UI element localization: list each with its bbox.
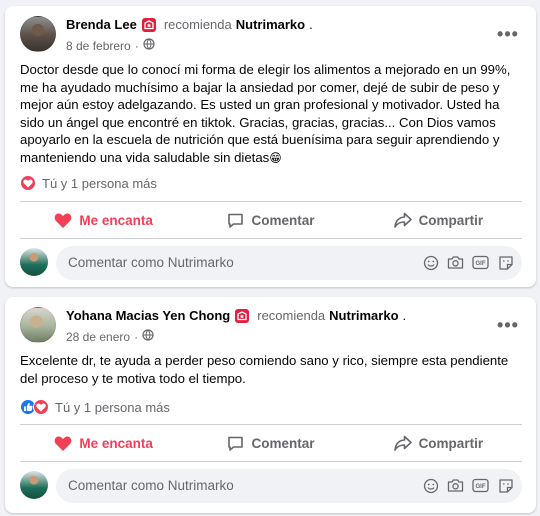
- post-header: Brenda Lee recomienda Nutrimarko. 8 de f…: [20, 16, 526, 56]
- comment-composer: Comentar como Nutrimarko GIF: [20, 469, 522, 503]
- heart-icon: [55, 213, 72, 228]
- post-date[interactable]: 8 de febrero: [66, 39, 131, 53]
- emoji-icon[interactable]: [422, 477, 439, 494]
- comment-label: Comentar: [251, 435, 315, 451]
- love-button[interactable]: Me encanta: [20, 203, 187, 237]
- comment-tools: GIF: [422, 254, 514, 271]
- recommend-verb: recomienda: [163, 17, 232, 32]
- reaction-summary[interactable]: Tú y 1 persona más: [20, 397, 170, 417]
- post-date[interactable]: 28 de enero: [66, 330, 130, 344]
- share-button[interactable]: Compartir: [355, 203, 522, 237]
- sticker-icon[interactable]: [497, 254, 514, 271]
- comment-label: Comentar: [251, 212, 315, 228]
- page-name-link[interactable]: Nutrimarko: [236, 17, 305, 32]
- reaction-icons: [20, 175, 36, 191]
- post-title-line: Yohana Macias Yen Chong recomienda Nutri…: [66, 308, 406, 323]
- gif-icon[interactable]: GIF: [472, 477, 489, 494]
- post-meta: 28 de enero ·: [66, 329, 154, 344]
- commenter-avatar[interactable]: [20, 248, 48, 276]
- comment-input[interactable]: Comentar como Nutrimarko GIF: [56, 246, 522, 280]
- comment-icon: [228, 213, 244, 228]
- camera-icon[interactable]: [447, 477, 464, 494]
- reaction-count[interactable]: Tú y 1 persona más: [42, 176, 157, 191]
- divider: [20, 461, 522, 462]
- comment-button[interactable]: Comentar: [187, 203, 354, 237]
- more-options-icon[interactable]: •••: [496, 313, 520, 337]
- globe-icon: [143, 38, 155, 53]
- reaction-count[interactable]: Tú y 1 persona más: [55, 400, 170, 415]
- recommend-icon: [141, 17, 156, 32]
- globe-icon: [142, 329, 154, 344]
- sticker-icon[interactable]: [497, 477, 514, 494]
- post-text: Doctor desde que lo conocí mi forma de e…: [20, 61, 522, 168]
- post-text-body: Doctor desde que lo conocí mi forma de e…: [20, 62, 511, 165]
- svg-text:GIF: GIF: [476, 261, 486, 267]
- author-name[interactable]: Yohana Macias Yen Chong: [66, 308, 230, 323]
- title-period: .: [402, 308, 407, 323]
- separator-dot: ·: [134, 38, 139, 53]
- post-title-line: Brenda Lee recomienda Nutrimarko.: [66, 17, 313, 32]
- camera-icon[interactable]: [447, 254, 464, 271]
- love-label: Me encanta: [79, 435, 153, 451]
- separator-dot: ·: [134, 329, 139, 344]
- action-bar: Me encanta Comentar Compartir: [20, 426, 522, 460]
- post-text: Excelente dr, te ayuda a perder peso com…: [20, 352, 522, 387]
- post-meta: 8 de febrero ·: [66, 38, 155, 53]
- action-bar: Me encanta Comentar Compartir: [20, 203, 522, 237]
- share-icon: [393, 435, 412, 451]
- share-icon: [393, 212, 412, 228]
- reaction-summary[interactable]: Tú y 1 persona más: [20, 173, 157, 193]
- love-button[interactable]: Me encanta: [20, 426, 187, 460]
- post-card: Yohana Macias Yen Chong recomienda Nutri…: [5, 297, 536, 513]
- share-label: Compartir: [418, 435, 484, 451]
- title-period: .: [309, 17, 313, 32]
- comment-placeholder: Comentar como Nutrimarko: [68, 478, 234, 493]
- comment-button[interactable]: Comentar: [187, 426, 354, 460]
- share-button[interactable]: Compartir: [355, 426, 522, 460]
- emoji-icon[interactable]: [422, 254, 439, 271]
- divider: [20, 424, 522, 425]
- comment-composer: Comentar como Nutrimarko GIF: [20, 246, 522, 280]
- svg-text:GIF: GIF: [476, 484, 486, 490]
- recommend-icon: [235, 308, 250, 323]
- more-options-icon[interactable]: •••: [496, 22, 520, 46]
- gif-icon[interactable]: GIF: [472, 254, 489, 271]
- share-label: Compartir: [418, 212, 484, 228]
- love-label: Me encanta: [79, 212, 153, 228]
- comment-tools: GIF: [422, 477, 514, 494]
- post-text-body: Excelente dr, te ayuda a perder peso com…: [20, 353, 509, 386]
- grin-emoji: 😁: [269, 150, 282, 165]
- heart-icon: [55, 436, 72, 451]
- post-header: Yohana Macias Yen Chong recomienda Nutri…: [20, 307, 526, 347]
- author-avatar[interactable]: [20, 16, 56, 52]
- divider: [20, 201, 522, 202]
- love-icon: [33, 399, 49, 415]
- page-name-link[interactable]: Nutrimarko: [329, 308, 398, 323]
- recommend-verb: recomienda: [257, 308, 326, 323]
- divider: [20, 238, 522, 239]
- love-icon: [20, 175, 36, 191]
- author-avatar[interactable]: [20, 307, 56, 343]
- post-card: Brenda Lee recomienda Nutrimarko. 8 de f…: [5, 6, 536, 287]
- commenter-avatar[interactable]: [20, 471, 48, 499]
- comment-icon: [228, 436, 244, 451]
- comment-input[interactable]: Comentar como Nutrimarko GIF: [56, 469, 522, 503]
- author-name[interactable]: Brenda Lee: [66, 17, 137, 32]
- reaction-icons: [20, 399, 49, 415]
- comment-placeholder: Comentar como Nutrimarko: [68, 255, 234, 270]
